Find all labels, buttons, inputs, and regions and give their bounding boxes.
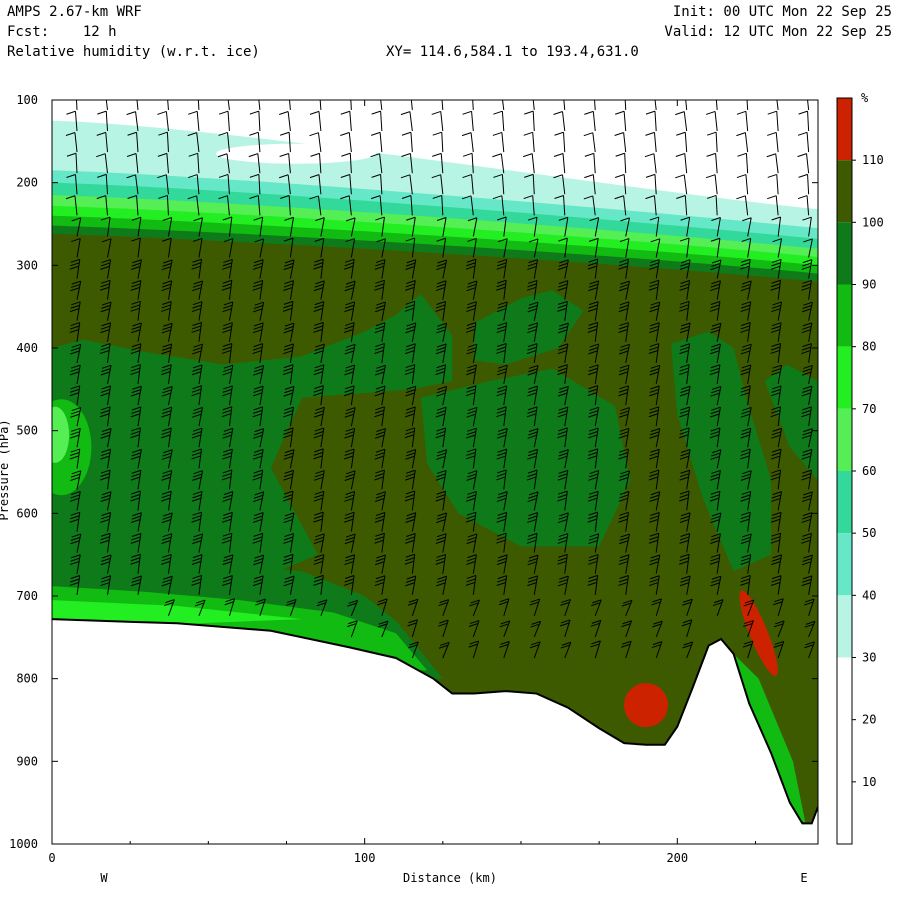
colorbar-swatch <box>837 471 852 534</box>
colorbar-swatch <box>837 595 852 658</box>
barb-flag <box>523 90 532 93</box>
colorbar-swatch <box>837 222 852 285</box>
y-tick-label: 400 <box>16 341 38 355</box>
colorbar-swatch <box>837 98 852 161</box>
barb-flag <box>616 90 625 93</box>
y-axis-label: Pressure (hPa) <box>0 419 11 520</box>
barb-flag <box>341 90 350 93</box>
colorbar-swatch <box>837 781 852 844</box>
y-tick-label: 600 <box>16 506 38 520</box>
rh-dry-patch <box>215 143 376 164</box>
colorbar-unit: % <box>861 91 869 105</box>
barb-flag <box>707 90 716 93</box>
barb-flag <box>585 90 594 93</box>
colorbar-swatch <box>837 533 852 596</box>
colorbar-swatch <box>837 408 852 471</box>
barb-flag <box>249 90 258 93</box>
rh60-left-pocket <box>52 406 70 463</box>
colorbar-label: 30 <box>862 651 876 665</box>
x-axis-label: Distance (km) <box>403 871 497 885</box>
barb-flag <box>401 90 410 93</box>
barb-flag <box>67 90 76 93</box>
colorbar-label: 90 <box>862 278 876 292</box>
colorbar-label: 20 <box>862 713 876 727</box>
colorbar-label: 50 <box>862 526 876 540</box>
colorbar-swatch <box>837 346 852 409</box>
y-tick-label: 300 <box>16 258 38 272</box>
colorbar-label: 60 <box>862 464 876 478</box>
barb-flag <box>432 90 441 93</box>
y-tick-label: 1000 <box>9 837 38 851</box>
colorbar-swatch <box>837 719 852 782</box>
barb-flag <box>189 90 198 93</box>
barb-flag <box>158 90 167 93</box>
colorbar-label: 80 <box>862 340 876 354</box>
barb-flag <box>310 90 319 93</box>
rh-cross-section-chart: 100 200 300 400 500 600 700 800 900 1000 0 100 200 P… <box>0 90 884 885</box>
barb-flag <box>554 90 563 93</box>
barb-flag <box>371 90 380 93</box>
y-tick-label: 100 <box>16 93 38 107</box>
barb-flag <box>645 90 654 93</box>
colorbar-label: 40 <box>862 588 876 602</box>
barb-flag <box>767 91 776 94</box>
colorbar-label: 70 <box>862 402 876 416</box>
colorbar-swatch <box>837 657 852 720</box>
colorbar-label: 100 <box>862 215 884 229</box>
y-tick-label: 200 <box>16 176 38 190</box>
barb-flag <box>798 90 807 93</box>
y-tick-label: 500 <box>16 424 38 438</box>
barb-flag <box>127 90 136 93</box>
colorbar-label: 10 <box>862 775 876 789</box>
barb-flag <box>676 90 685 93</box>
x-tick-label: 100 <box>354 851 376 865</box>
x-tick-label: 200 <box>666 851 688 865</box>
colorbar: 110 100 90 80 70 60 50 40 30 20 10 <box>836 97 884 845</box>
y-tick-label: 800 <box>16 672 38 686</box>
barb-flag <box>96 90 105 93</box>
west-label: W <box>100 871 108 885</box>
barb-flag <box>737 90 746 93</box>
x-tick-label: 0 <box>48 851 55 865</box>
colorbar-swatch <box>837 160 852 223</box>
barb-flag <box>280 90 289 93</box>
barb-flag <box>463 90 472 93</box>
barb-flag <box>492 91 501 94</box>
east-label: E <box>800 871 807 885</box>
barb-flag <box>218 91 227 94</box>
y-tick-label: 700 <box>16 589 38 603</box>
colorbar-swatch <box>837 284 852 347</box>
colorbar-label: 110 <box>862 153 884 167</box>
y-tick-label: 900 <box>16 754 38 768</box>
